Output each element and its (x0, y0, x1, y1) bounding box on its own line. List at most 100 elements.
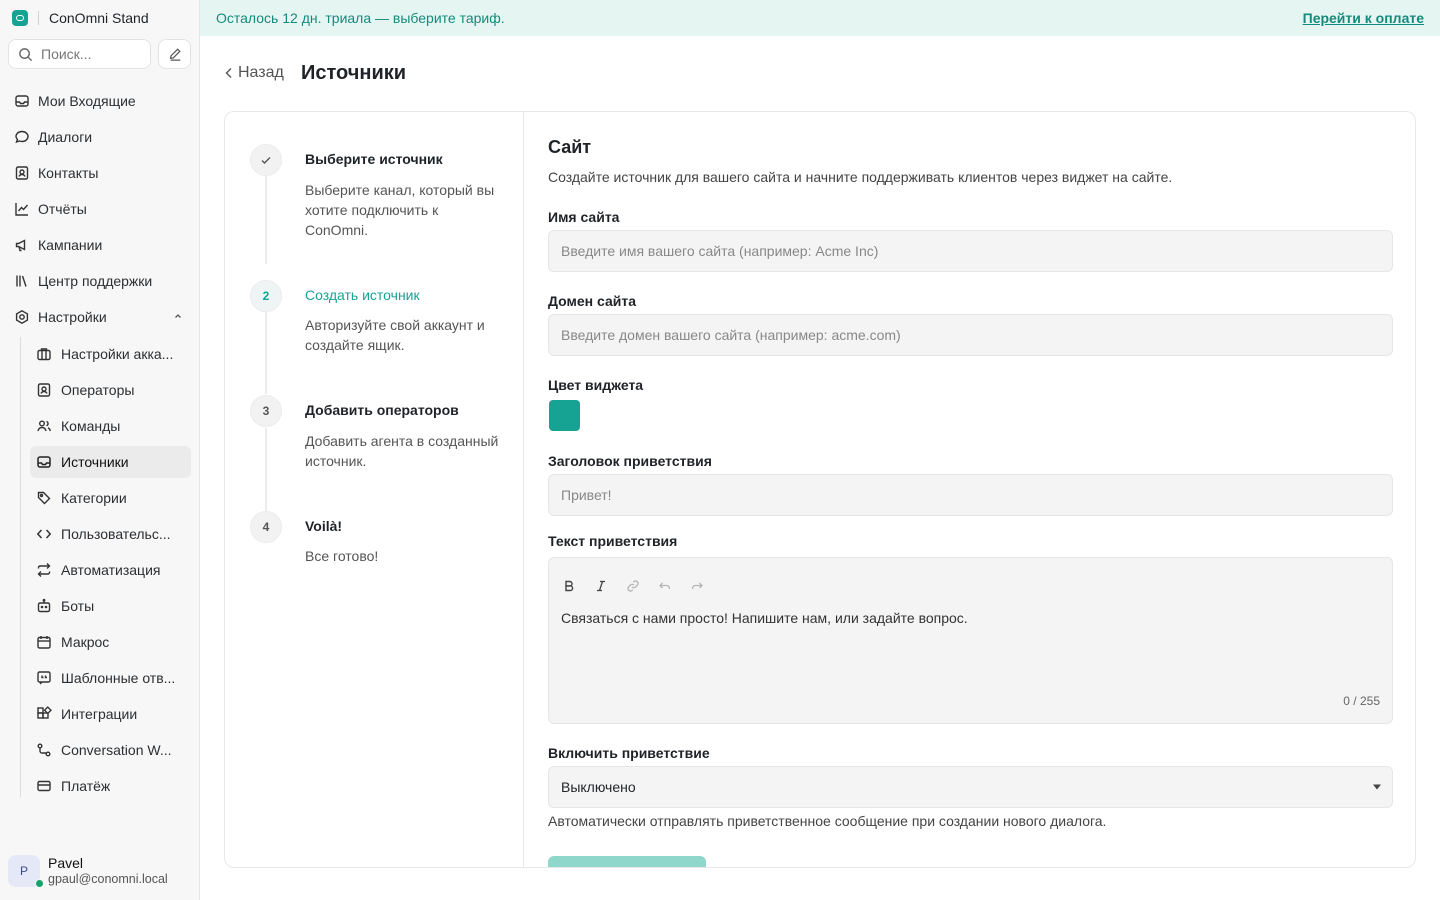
tag-icon (37, 491, 51, 505)
character-counter: 0 / 255 (1343, 694, 1380, 708)
sidebar-item-settings[interactable]: Настройки (8, 302, 191, 332)
greeting-text-editor[interactable]: Связаться с нами просто! Напишите нам, и… (548, 557, 1393, 724)
online-status-dot (35, 879, 44, 888)
contact-card-icon (15, 166, 29, 180)
sidebar-item-categories[interactable]: Категории (30, 482, 191, 514)
sidebar-item-conversation-workflow[interactable]: Conversation W... (30, 734, 191, 766)
pencil-icon (169, 48, 181, 61)
workflow-icon (37, 743, 51, 757)
sidebar-item-macros[interactable]: Макрос (30, 626, 191, 658)
step-connector (265, 428, 267, 512)
sidebar-item-help-center[interactable]: Центр поддержки (8, 266, 191, 296)
sidebar-item-label: Операторы (61, 382, 135, 398)
greeting-text-content[interactable]: Связаться с нами просто! Напишите нам, и… (561, 610, 968, 626)
check-icon (261, 157, 271, 164)
puzzle-icon (37, 706, 52, 719)
avatar-initial: P (19, 864, 28, 878)
greeting-title-label: Заголовок приветствия (548, 453, 712, 469)
sidebar-item-operators[interactable]: Операторы (30, 374, 191, 406)
users-icon (37, 420, 51, 432)
sidebar-item-canned-responses[interactable]: Шаблонные отв... (30, 662, 191, 694)
step-1-description: Выберите канал, который вы хотите подклю… (305, 182, 495, 238)
widget-color-swatch[interactable] (549, 400, 580, 431)
sidebar-item-custom-attributes[interactable]: Пользовательс... (30, 518, 191, 550)
sidebar-item-label: Conversation W... (61, 742, 172, 758)
enable-greeting-value: Выключено (561, 779, 636, 795)
megaphone-icon (15, 239, 26, 252)
sidebar-item-campaigns[interactable]: Кампании (8, 230, 191, 260)
sidebar-item-label: Макрос (61, 634, 110, 650)
search-input[interactable] (41, 46, 141, 62)
redo-button[interactable] (689, 578, 705, 594)
step-4-marker: 4 (250, 511, 282, 543)
sidebar-item-automation[interactable]: Автоматизация (30, 554, 191, 586)
sidebar-item-sources[interactable]: Источники (30, 446, 191, 478)
chevron-left-icon (225, 68, 232, 78)
sidebar-item-label: Мои Входящие (38, 93, 136, 109)
site-domain-input[interactable] (548, 314, 1393, 356)
sidebar-item-reports[interactable]: Отчёты (8, 194, 191, 224)
briefcase-icon (37, 348, 51, 361)
italic-icon (597, 580, 605, 592)
site-name-input[interactable] (548, 230, 1393, 272)
sidebar-item-label: Пользовательс... (61, 526, 171, 542)
calendar-icon (37, 636, 51, 649)
sidebar: ConOmni Stand Мои Входящие Диалоги Конта… (0, 0, 200, 900)
enable-greeting-label: Включить приветствие (548, 745, 710, 761)
settings-tree-line (20, 337, 21, 797)
sidebar-item-account-settings[interactable]: Настройки акка... (30, 338, 191, 370)
sidebar-item-bots[interactable]: Боты (30, 590, 191, 622)
bold-button[interactable] (561, 578, 577, 594)
create-source-button[interactable] (548, 856, 706, 867)
back-button[interactable]: Назад (224, 64, 284, 82)
trial-banner: Осталось 12 дн. триала — выберите тариф.… (200, 0, 1440, 36)
sidebar-item-label: Автоматизация (61, 562, 161, 578)
sidebar-item-payment[interactable]: Платёж (30, 770, 191, 802)
compose-button[interactable] (158, 39, 191, 69)
step-3-marker: 3 (250, 395, 282, 427)
sidebar-item-dialogs[interactable]: Диалоги (8, 122, 191, 152)
inbox-icon (37, 456, 51, 468)
search-icon (19, 47, 33, 61)
sidebar-item-label: Команды (61, 418, 121, 434)
avatar: P (8, 855, 44, 888)
wizard-steps: Выберите источник Выберите канал, которы… (225, 112, 524, 867)
sidebar-item-label: Контакты (38, 165, 99, 181)
greeting-text-label: Текст приветствия (548, 533, 678, 549)
sidebar-item-integrations[interactable]: Интеграции (30, 698, 191, 730)
go-to-payment-link[interactable]: Перейти к оплате (1303, 10, 1424, 26)
brand[interactable]: ConOmni Stand (12, 8, 149, 28)
sidebar-item-label: Платёж (61, 778, 111, 794)
brand-divider (38, 11, 39, 25)
step-3-title: Добавить операторов (305, 402, 459, 418)
sidebar-item-inbox[interactable]: Мои Входящие (8, 86, 191, 116)
code-icon (36, 529, 52, 539)
form-title: Сайт (548, 137, 592, 157)
step-1-marker (250, 144, 282, 176)
greeting-title-input[interactable] (548, 474, 1393, 516)
sidebar-item-teams[interactable]: Команды (30, 410, 191, 442)
quote-box-icon (37, 671, 51, 685)
undo-button[interactable] (657, 578, 673, 594)
sidebar-item-label: Кампании (38, 237, 103, 253)
user-email: gpaul@conomni.local (48, 872, 168, 886)
step-2-description: Авторизуйте свой аккаунт и создайте ящик… (305, 317, 485, 353)
sidebar-item-label: Диалоги (38, 129, 93, 145)
sidebar-item-label: Центр поддержки (38, 273, 153, 289)
step-4-description: Все готово! (305, 548, 379, 564)
page-title: Источники (301, 62, 407, 84)
site-name-label: Имя сайта (548, 209, 620, 225)
sidebar-item-label: Источники (61, 454, 129, 470)
italic-button[interactable] (593, 578, 609, 594)
enable-greeting-select[interactable]: Выключено (548, 766, 1393, 808)
sidebar-item-label: Настройки (38, 309, 107, 325)
sidebar-item-contacts[interactable]: Контакты (8, 158, 191, 188)
widget-color-label: Цвет виджета (548, 377, 644, 393)
search-box[interactable] (8, 39, 151, 69)
user-profile[interactable]: P Pavel gpaul@conomni.local (8, 855, 168, 888)
back-label: Назад (238, 64, 284, 81)
sidebar-item-label: Шаблонные отв... (61, 670, 176, 686)
link-button[interactable] (625, 578, 641, 594)
enable-greeting-help: Автоматически отправлять приветственное … (548, 813, 1107, 829)
conomni-logo-icon (12, 10, 28, 26)
